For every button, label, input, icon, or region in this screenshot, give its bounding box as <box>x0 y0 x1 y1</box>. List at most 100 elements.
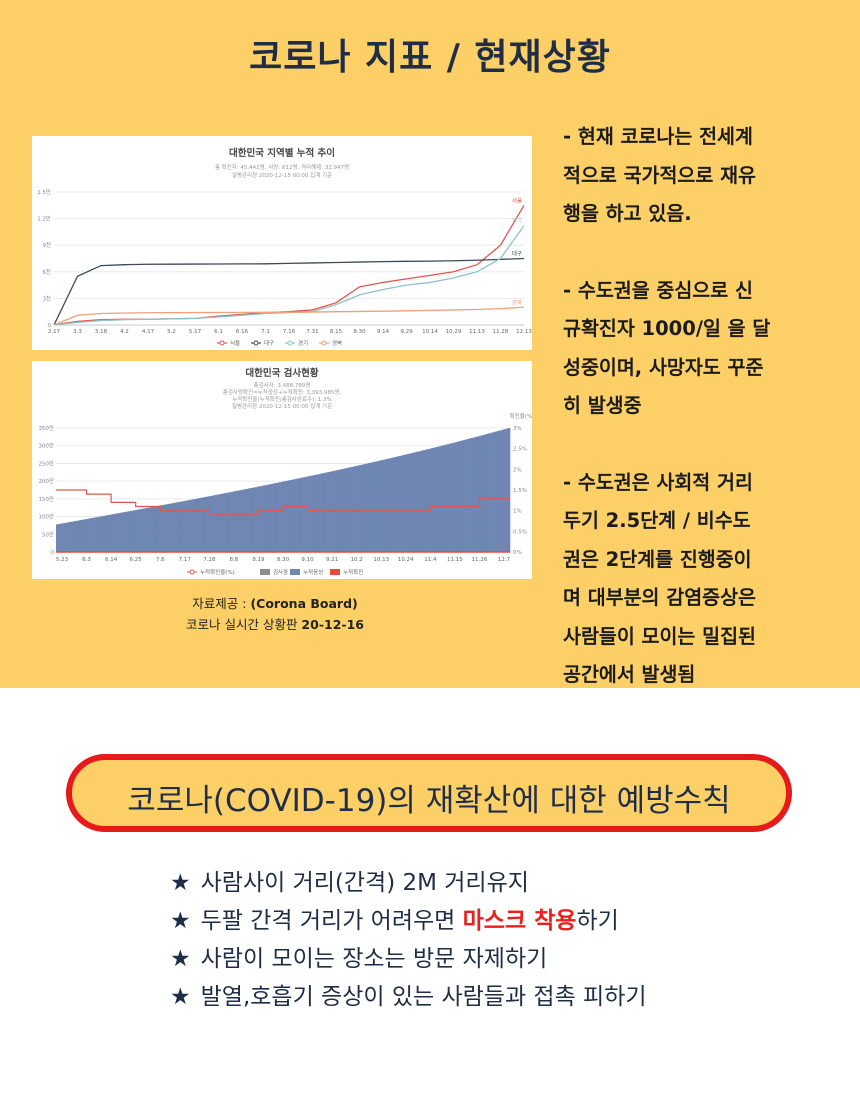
bar <box>300 477 303 552</box>
legend-marker <box>287 340 293 346</box>
x-tick-label: 6.16 <box>236 329 249 335</box>
x-tick-label: 3.18 <box>95 329 108 335</box>
bar <box>381 460 384 552</box>
bar <box>422 450 426 552</box>
bar <box>276 482 279 552</box>
legend-swatch <box>290 569 300 575</box>
y-tick-label: 100만 <box>38 513 54 521</box>
bar <box>138 509 142 552</box>
bar <box>73 521 76 552</box>
bar <box>195 498 199 552</box>
bar <box>93 517 96 552</box>
y2-axis-label: 확진율(%) <box>510 412 532 420</box>
source-name: (Corona Board) <box>250 596 358 611</box>
bar <box>448 443 452 552</box>
bar <box>208 496 212 552</box>
bar <box>221 493 225 552</box>
bar <box>365 463 369 552</box>
bar <box>62 523 66 552</box>
rule-text: 사람사이 거리(간격) 2M 거리유지 <box>200 870 529 896</box>
bar <box>232 491 236 552</box>
bar <box>409 453 413 552</box>
bar <box>180 501 183 552</box>
x-tick-label: 2.17 <box>48 329 61 335</box>
top-section: 코로나 지표 / 현재상황 대한민국 지역별 누적 추이 총 확진자: 45,44… <box>0 0 860 688</box>
bar <box>230 491 234 552</box>
chart-subtitle: 총검사량확진=누적중상+누적확진: 3,393,985명, <box>223 388 342 396</box>
y-tick-label: 0 <box>51 550 55 556</box>
chart-subtitle: 질병관리청 2020-12-15 00:00 집계 기준 <box>232 171 332 179</box>
y-tick-label: 6천 <box>42 268 51 276</box>
source-desc: 코로나 실시간 상황판 <box>186 617 302 632</box>
bar <box>333 470 336 552</box>
bar <box>143 508 146 552</box>
legend-marker <box>321 340 327 346</box>
bar <box>379 460 382 552</box>
bar <box>121 512 124 552</box>
y2-tick-label: 0.5% <box>513 529 527 535</box>
prevention-banner: 코로나(COVID-19)의 재확산에 대한 예방수칙 <box>66 754 792 832</box>
bar <box>263 485 266 552</box>
bar <box>58 523 61 552</box>
bar <box>444 444 448 552</box>
x-tick-label: 7.16 <box>283 329 296 335</box>
x-tick-label: 11.15 <box>447 557 463 563</box>
bar <box>258 486 262 552</box>
bar <box>461 440 465 552</box>
bar <box>80 520 83 552</box>
bar <box>110 514 114 552</box>
bar <box>112 514 116 552</box>
rule-text: 발열,호흡기 증상이 있는 사람들과 접촉 피하기 <box>200 984 647 1010</box>
bar <box>357 465 360 552</box>
bar <box>481 435 485 552</box>
bar <box>499 430 502 552</box>
bar <box>95 517 98 552</box>
series-end-label: 대구 <box>512 250 522 258</box>
bar <box>289 480 293 552</box>
bar <box>416 451 419 552</box>
bar <box>420 450 423 552</box>
bar <box>132 510 135 552</box>
bar <box>359 464 362 552</box>
bar <box>239 490 242 552</box>
bar <box>64 522 68 552</box>
bar <box>176 502 179 552</box>
bar <box>424 449 428 552</box>
bar <box>451 443 454 552</box>
bar <box>184 500 188 552</box>
bar <box>97 516 100 552</box>
banner-title: 코로나(COVID-19)의 재확산에 대한 예방수칙 <box>127 783 731 819</box>
bar <box>396 456 399 552</box>
bar <box>507 428 511 552</box>
bar <box>392 457 395 552</box>
bar <box>285 480 288 552</box>
bar <box>296 478 299 552</box>
bar <box>283 481 286 552</box>
x-tick-label: 7.17 <box>179 557 192 563</box>
bar <box>346 467 349 552</box>
bar <box>315 474 319 552</box>
bar <box>446 444 450 552</box>
bar <box>304 476 308 552</box>
bar <box>470 438 474 552</box>
chart-subtitle: 질병관리청 2020-12-15 00:00 집계 기준 <box>232 402 332 410</box>
x-tick-label: 10.13 <box>373 557 389 563</box>
x-tick-label: 8.30 <box>353 329 366 335</box>
mask-highlight: 마스크 착용 <box>462 908 577 934</box>
star-icon: ★ <box>170 984 191 1010</box>
x-tick-label: 7.1 <box>261 329 270 335</box>
bullet-item: - 수도권을 중심으로 신 규확진자 1000/일 을 달 성중이며, 사망자도… <box>563 278 771 418</box>
bar <box>217 494 221 552</box>
bar <box>66 522 70 552</box>
bar <box>158 505 162 552</box>
bar <box>322 473 325 552</box>
bar <box>505 428 509 552</box>
bar <box>86 518 90 552</box>
bar <box>374 461 378 552</box>
legend-label: 누적확진율(%) <box>200 568 235 576</box>
bar <box>77 520 81 552</box>
chart-title: 대한민국 검사현황 <box>245 367 318 379</box>
bar <box>394 456 397 552</box>
x-tick-label: 6.1 <box>214 329 223 335</box>
bar <box>370 462 373 552</box>
